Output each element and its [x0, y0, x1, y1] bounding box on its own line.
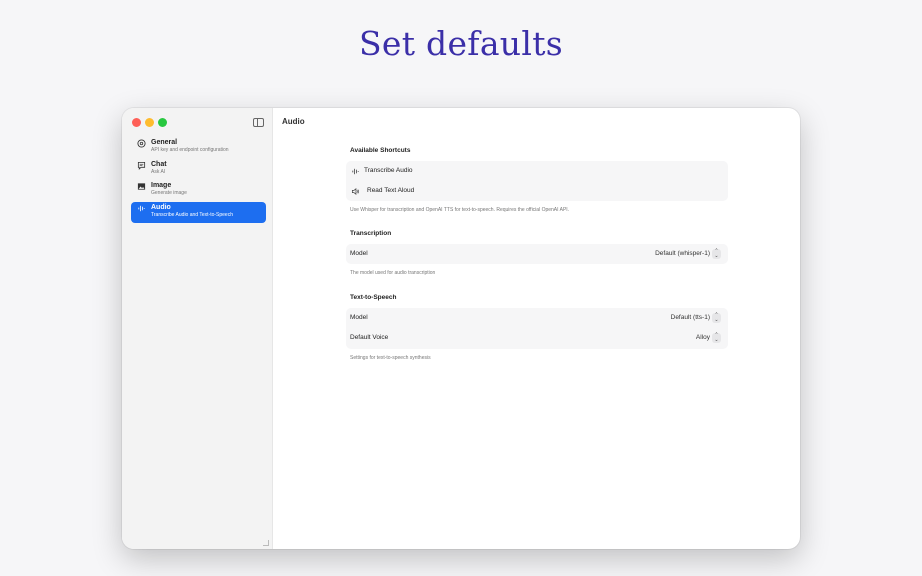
shortcuts-group: Transcribe Audio Read Text Aloud	[346, 161, 728, 201]
sidebar-item-label: Image	[151, 182, 172, 189]
tts-group: Model Default (tts-1) ⌃ ⌄ Default Voice A…	[346, 308, 728, 349]
waveform-icon	[138, 205, 145, 211]
shortcuts-note: Use Whisper for transcription and OpenAI…	[350, 207, 570, 213]
tts-model-label: Model	[350, 314, 368, 321]
sidebar-nav: General API key and endpoint configurati…	[131, 137, 266, 223]
transcription-model-label: Model	[350, 250, 368, 257]
sidebar-item-image[interactable]: Image Generate image	[131, 180, 266, 201]
chevron-up-down-icon[interactable]: ⌃ ⌄	[712, 249, 721, 259]
sidebar-toggle-icon[interactable]	[253, 118, 264, 127]
sidebar-item-label: Chat	[151, 160, 167, 168]
settings-window: General API key and endpoint configurati…	[122, 108, 800, 549]
sidebar-item-subtitle: Generate image	[151, 190, 187, 196]
minimize-window-button[interactable]	[145, 118, 154, 127]
shortcut-read-text-aloud[interactable]: Read Text Aloud	[346, 181, 728, 201]
transcription-model-select[interactable]: Default (whisper-1)	[655, 250, 710, 257]
chevron-up-down-icon[interactable]: ⌃ ⌄	[712, 313, 721, 323]
speaker-icon	[351, 188, 359, 195]
tts-voice-select[interactable]: Alloy	[696, 334, 710, 341]
close-window-button[interactable]	[132, 118, 141, 127]
transcription-model-row: Model Default (whisper-1) ⌃ ⌄	[346, 244, 728, 264]
window-controls	[132, 118, 167, 127]
chevron-up-down-icon[interactable]: ⌃ ⌄	[712, 333, 721, 343]
sidebar-item-chat[interactable]: Chat Ask AI	[131, 159, 266, 180]
settings-content: Audio Available Shortcuts Transcribe Aud…	[274, 108, 800, 549]
sidebar-item-label: Audio	[151, 203, 171, 211]
shortcut-label: Transcribe Audio	[364, 167, 413, 174]
tts-voice-row: Default Voice Alloy ⌃ ⌄	[346, 328, 728, 348]
sidebar-item-subtitle: Transcribe Audio and Text-to-Speech	[151, 211, 233, 218]
transcription-heading: Transcription	[350, 230, 392, 237]
transcription-note: The model used for audio transcription	[350, 270, 436, 276]
tts-heading: Text-to-Speech	[350, 294, 397, 301]
waveform-icon	[352, 168, 359, 175]
sidebar-item-audio[interactable]: Audio Transcribe Audio and Text-to-Speec…	[131, 201, 266, 223]
tts-voice-label: Default Voice	[350, 334, 389, 341]
shortcut-label: Read Text Aloud	[367, 187, 415, 194]
tts-model-select[interactable]: Default (tts-1)	[671, 314, 710, 321]
sidebar-item-subtitle: API key and endpoint configuration	[151, 147, 229, 153]
transcription-group: Model Default (whisper-1) ⌃ ⌄	[346, 244, 728, 264]
chat-icon	[137, 161, 146, 170]
zoom-window-button[interactable]	[158, 118, 167, 127]
sidebar-item-subtitle: Ask AI	[151, 168, 166, 175]
sidebar-item-label: General	[151, 139, 178, 146]
image-icon	[137, 183, 146, 190]
sidebar: General API key and endpoint configurati…	[122, 108, 273, 549]
tts-note: Settings for text-to-speech synthesis	[350, 355, 431, 361]
shortcuts-heading: Available Shortcuts	[350, 147, 411, 154]
shortcut-transcribe-audio[interactable]: Transcribe Audio	[346, 161, 728, 181]
hero-title: Set defaults	[358, 24, 564, 63]
resize-grip-icon[interactable]	[263, 540, 269, 546]
gear-icon	[137, 139, 146, 148]
sidebar-item-general[interactable]: General API key and endpoint configurati…	[131, 137, 266, 158]
tts-model-row: Model Default (tts-1) ⌃ ⌄	[346, 308, 728, 328]
page-title: Audio	[282, 117, 305, 126]
